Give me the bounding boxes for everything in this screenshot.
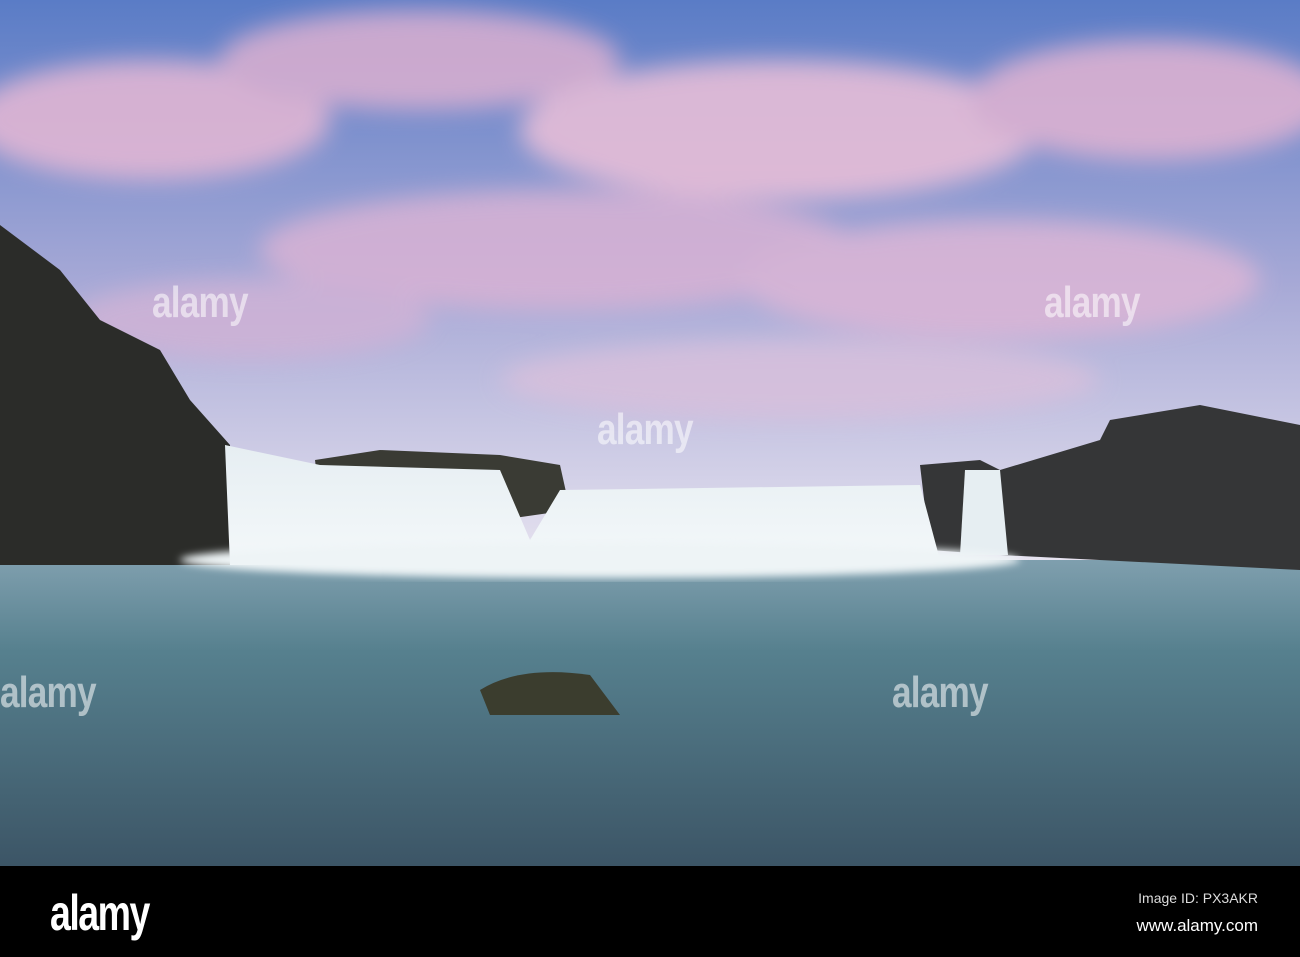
waterfall-right bbox=[960, 470, 1008, 555]
alamy-logo: alamy bbox=[50, 885, 150, 941]
watermark: alamy bbox=[597, 405, 694, 454]
watermark: alamy bbox=[0, 668, 97, 717]
watermark: alamy bbox=[1044, 278, 1141, 327]
site-url[interactable]: www.alamy.com bbox=[1136, 916, 1258, 936]
river bbox=[0, 560, 1300, 866]
watermark: alamy bbox=[152, 278, 249, 327]
footer-bar: alamy Image ID: PX3AKR www.alamy.com bbox=[0, 866, 1300, 957]
image-id: Image ID: PX3AKR bbox=[1138, 890, 1258, 906]
watermark: alamy bbox=[892, 668, 989, 717]
stock-photo-page: alamy alamy alamy alamy alamy alamy Imag… bbox=[0, 0, 1300, 957]
